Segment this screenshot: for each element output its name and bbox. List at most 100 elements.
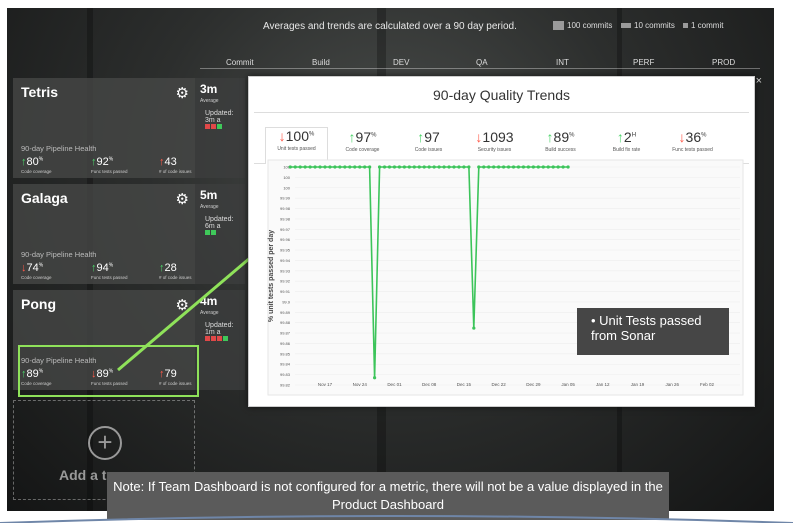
- data-point: [561, 165, 565, 169]
- data-point: [447, 165, 451, 169]
- data-point: [501, 165, 506, 169]
- y-tick-label: 99.88: [280, 320, 291, 325]
- data-point: [328, 165, 332, 169]
- y-tick-label: 99.9: [282, 299, 291, 304]
- data-point: [487, 165, 491, 169]
- callout-label: Unit Tests passed from Sonar: [591, 313, 702, 343]
- y-tick-label: 99.99: [280, 196, 291, 201]
- data-point: [397, 165, 402, 169]
- y-tick-label: 99.84: [280, 362, 291, 367]
- data-point: [407, 165, 411, 169]
- x-tick-label: Jan 05: [561, 382, 575, 387]
- data-point: [323, 165, 327, 169]
- data-point: [566, 165, 570, 169]
- y-tick-label: 99.89: [280, 310, 291, 315]
- y-tick-label: 99.92: [280, 279, 291, 284]
- y-tick-label: 99.98: [280, 206, 291, 211]
- data-point: [313, 165, 317, 169]
- data-point: [551, 165, 555, 169]
- y-tick-label: 99.95: [280, 248, 291, 253]
- data-point: [546, 165, 550, 169]
- data-point: [308, 165, 312, 169]
- footnote-line: Note: If Team Dashboard is not configure…: [113, 479, 569, 494]
- data-point: [417, 165, 421, 169]
- footer-decoration: [0, 515, 793, 523]
- data-point: [536, 165, 540, 169]
- data-point: [318, 165, 322, 169]
- data-point: [303, 165, 307, 169]
- y-tick-label: 99.96: [280, 237, 291, 242]
- x-tick-label: Dec 15: [457, 382, 472, 387]
- data-point: [541, 165, 545, 169]
- data-point: [402, 165, 406, 169]
- data-point: [556, 165, 560, 169]
- data-point: [382, 165, 387, 169]
- y-tick-label: 99.86: [280, 341, 291, 346]
- data-point: [531, 165, 535, 169]
- footer-curve-path: [0, 515, 793, 523]
- y-tick-label: 99.91: [280, 289, 291, 294]
- trend-chart: 10010010099.9999.9899.9899.9799.9699.959…: [267, 159, 744, 396]
- y-tick-label: 100: [283, 185, 290, 190]
- x-tick-label: Dec 22: [492, 382, 507, 387]
- y-tick-label: 99.82: [280, 383, 291, 388]
- data-point: [506, 165, 511, 169]
- y-tick-label: 99.97: [280, 227, 291, 232]
- y-tick-label: 99.93: [280, 268, 291, 273]
- data-point: [432, 165, 436, 169]
- x-tick-label: Nov 17: [318, 382, 333, 387]
- callout-box: • Unit Tests passed from Sonar: [577, 308, 729, 355]
- y-tick-label: 99.98: [280, 216, 291, 221]
- data-point: [521, 165, 526, 169]
- x-tick-label: Dec 01: [387, 382, 402, 387]
- data-point: [373, 376, 377, 380]
- data-point: [358, 165, 362, 169]
- data-point: [452, 165, 456, 169]
- data-point: [526, 165, 531, 169]
- data-point: [477, 165, 481, 169]
- x-tick-label: Feb 02: [700, 382, 715, 387]
- x-tick-label: Dec 29: [526, 382, 541, 387]
- data-point: [338, 165, 342, 169]
- data-point: [497, 165, 501, 169]
- data-point: [343, 165, 347, 169]
- y-tick-label: 99.94: [280, 258, 291, 263]
- data-point: [353, 165, 357, 169]
- callout-text: • Unit Tests passed from Sonar: [591, 313, 702, 343]
- y-tick-label: 99.83: [280, 372, 291, 377]
- data-point: [492, 165, 496, 169]
- data-point: [442, 165, 446, 169]
- data-point: [467, 165, 471, 169]
- data-point: [437, 165, 441, 169]
- data-point: [348, 165, 352, 169]
- data-point: [363, 165, 367, 169]
- plot-area: [267, 159, 744, 396]
- data-point: [293, 165, 297, 169]
- data-point: [298, 165, 302, 169]
- data-point: [333, 165, 337, 169]
- data-point: [422, 165, 426, 169]
- y-tick-label: 99.85: [280, 351, 291, 356]
- data-point: [482, 165, 486, 169]
- x-tick-label: Nov 24: [353, 382, 368, 387]
- data-point: [511, 165, 516, 169]
- x-tick-label: Jan 26: [666, 382, 680, 387]
- y-tick-label: 100: [283, 175, 290, 180]
- data-point: [412, 165, 416, 169]
- screenshot-root: Averages and trends are calculated over …: [0, 0, 793, 523]
- data-point: [387, 165, 392, 169]
- data-point: [377, 165, 382, 169]
- data-point: [427, 165, 431, 169]
- x-tick-label: Jan 12: [596, 382, 610, 387]
- data-point: [462, 165, 466, 169]
- y-axis-label: % unit tests passed per day: [268, 230, 275, 322]
- data-point: [368, 165, 372, 169]
- x-tick-label: Jan 19: [631, 382, 645, 387]
- data-point: [472, 326, 476, 330]
- y-tick-label: 99.87: [280, 331, 291, 336]
- data-point: [288, 165, 292, 169]
- data-point: [516, 165, 521, 169]
- data-point: [392, 165, 397, 169]
- x-tick-label: Dec 08: [422, 382, 437, 387]
- data-point: [457, 165, 461, 169]
